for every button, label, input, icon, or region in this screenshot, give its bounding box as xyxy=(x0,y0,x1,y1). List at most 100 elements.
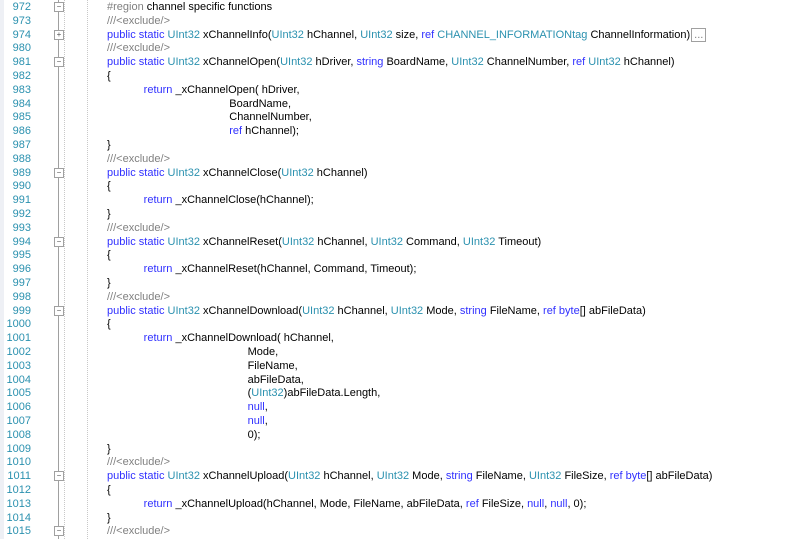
code-line[interactable]: 1002 Mode, xyxy=(0,345,800,359)
code-line[interactable]: 1011 − public static UInt32 xChannelUpload… xyxy=(0,469,800,483)
code-line[interactable]: 998 ///<exclude/> xyxy=(0,290,800,304)
code-line[interactable]: 1000 { xyxy=(0,317,800,331)
keyword-token: string xyxy=(445,470,473,483)
type-token: UInt32 xyxy=(281,235,315,248)
code-line[interactable]: 992} xyxy=(0,207,800,221)
collapse-icon[interactable]: − xyxy=(54,2,64,12)
code-line[interactable]: 1012 { xyxy=(0,483,800,497)
line-number: 986 xyxy=(12,125,31,138)
comment-token: ///<exclude/> xyxy=(107,152,170,165)
code-text: ChannelNumber, xyxy=(107,110,312,124)
code-line[interactable]: 1004 abFileData, xyxy=(0,373,800,387)
code-line[interactable]: 991 return _xChannelClose(hChannel); xyxy=(0,193,800,207)
code-line[interactable]: 980 ///<exclude/> xyxy=(0,41,800,55)
code-token: } xyxy=(107,511,111,524)
collapse-icon[interactable]: − xyxy=(54,305,64,316)
type-token: UInt32 xyxy=(167,470,200,483)
collapse-icon[interactable]: − xyxy=(54,471,64,482)
code-token: { xyxy=(107,249,111,262)
code-line[interactable]: 993 ///<exclude/> xyxy=(0,221,800,235)
code-text: return _xChannelDownload( hChannel, xyxy=(107,331,334,345)
code-line[interactable]: 988 ///<exclude/> xyxy=(0,152,800,166)
code-line[interactable]: 1008 0); xyxy=(0,428,800,442)
code-token: FileName, xyxy=(472,470,529,483)
code-line[interactable]: 999 − public static UInt32 xChannelDownloa… xyxy=(0,304,800,318)
collapse-icon[interactable]: − xyxy=(54,236,64,247)
collapse-icon[interactable]: − xyxy=(54,526,64,537)
collapse-icon[interactable]: − xyxy=(54,57,64,68)
line-number: 984 xyxy=(12,97,31,110)
code-line[interactable]: 972 − #region channel specific functions xyxy=(0,0,800,14)
code-line[interactable]: 983 return _xChannelOpen( hDriver, xyxy=(0,83,800,97)
code-line[interactable]: 1015 − ///<exclude/> xyxy=(0,524,800,538)
type-token: UInt32 xyxy=(167,304,200,317)
code-token: size, xyxy=(392,28,422,41)
code-token: hChannel, xyxy=(334,304,391,317)
code-line[interactable]: 1013 return _xChannelUpload(hChannel, Mo… xyxy=(0,497,800,511)
type-token: UInt32 xyxy=(302,304,335,317)
collapsed-region-button[interactable]: ... xyxy=(691,27,707,42)
code-line[interactable]: 1003 FileName, xyxy=(0,359,800,373)
type-token: UInt32 xyxy=(251,387,284,400)
keyword-token: null xyxy=(107,415,265,427)
code-line[interactable]: 1014} xyxy=(0,511,800,525)
code-text: 0); xyxy=(107,428,261,442)
type-token: UInt32 xyxy=(167,28,200,41)
code-line[interactable]: 986 ref hChannel); xyxy=(0,124,800,138)
code-token: abFileData, xyxy=(107,373,304,386)
code-text: } xyxy=(107,138,111,152)
code-token: { xyxy=(107,180,111,193)
code-text: } xyxy=(107,511,111,525)
code-line[interactable]: 1007 null, xyxy=(0,414,800,428)
code-token: Timeout) xyxy=(495,235,542,248)
code-token: xChannelInfo( xyxy=(199,28,272,41)
line-number: 983 xyxy=(12,83,31,96)
code-line[interactable]: 997} xyxy=(0,276,800,290)
comment-token: ///<exclude/> xyxy=(107,525,170,538)
code-text: { xyxy=(107,69,111,83)
line-number: 987 xyxy=(12,139,31,151)
code-token: hChannel) xyxy=(620,56,675,69)
code-token: hChannel, xyxy=(303,28,361,41)
code-line[interactable]: 996 return _xChannelReset(hChannel, Comm… xyxy=(0,262,800,276)
code-line[interactable]: 984 BoardName, xyxy=(0,97,800,111)
line-number: 982 xyxy=(12,70,31,82)
code-text: return _xChannelOpen( hDriver, xyxy=(107,83,300,97)
keyword-token: ref byte xyxy=(609,470,647,483)
code-text: } xyxy=(107,207,111,221)
line-number: 1013 xyxy=(6,497,31,510)
code-text: { xyxy=(107,317,111,331)
line-number: 990 xyxy=(12,180,31,193)
code-line[interactable]: 1006 null, xyxy=(0,400,800,414)
code-line[interactable]: 982 { xyxy=(0,69,800,83)
code-line[interactable]: 1005 (UInt32)abFileData.Length, xyxy=(0,386,800,400)
code-line[interactable]: 987} xyxy=(0,138,800,152)
keyword-token: return xyxy=(107,194,173,207)
code-token: FileName, xyxy=(486,304,544,317)
code-line[interactable]: 985 ChannelNumber, xyxy=(0,110,800,124)
type-token: UInt32 xyxy=(528,470,562,483)
code-line[interactable]: 973 ///<exclude/> xyxy=(0,14,800,28)
code-line[interactable]: 990 { xyxy=(0,179,800,193)
code-token: FileName, xyxy=(107,359,298,372)
code-line[interactable]: 1001 return _xChannelDownload( hChannel, xyxy=(0,331,800,345)
code-editor[interactable]: 972− #region channel specific functions 97… xyxy=(0,0,800,539)
code-line[interactable]: 989 − public static UInt32 xChannelClose(U… xyxy=(0,166,800,180)
comment-token: ///<exclude/> xyxy=(107,14,170,27)
line-number: 994 xyxy=(12,235,31,248)
code-line[interactable]: 995 { xyxy=(0,248,800,262)
code-text: } xyxy=(107,442,111,456)
code-text: ///<exclude/> xyxy=(107,290,170,304)
code-text: ///<exclude/> xyxy=(107,14,170,28)
keyword-token: return xyxy=(107,497,173,510)
code-line[interactable]: 1010 ///<exclude/> xyxy=(0,455,800,469)
code-token: xChannelUpload( xyxy=(199,470,289,483)
expand-icon[interactable]: + xyxy=(54,29,64,40)
code-line[interactable]: 974 + public static UInt32 xChannelInfo(UI… xyxy=(0,27,800,42)
code-line[interactable]: 994− public static UInt32 xChannelReset(U… xyxy=(0,235,800,249)
code-text: Mode, xyxy=(107,345,279,359)
collapse-icon[interactable]: − xyxy=(54,167,64,178)
line-number: 1006 xyxy=(6,401,31,414)
code-line[interactable]: 1009} xyxy=(0,442,800,456)
code-line[interactable]: 981− public static UInt32 xChannelOpen(UI… xyxy=(0,55,800,69)
